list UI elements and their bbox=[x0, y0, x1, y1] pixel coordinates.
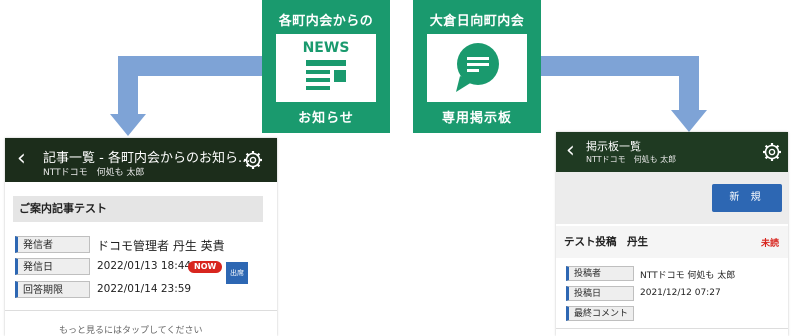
deadline-label: 回答期限 bbox=[15, 281, 90, 298]
post-date-value: 2021/12/12 07:27 bbox=[640, 288, 721, 298]
right-arrow-horizontal bbox=[541, 56, 699, 76]
right-arrow-head bbox=[671, 110, 707, 132]
news-tile-bottom: お知らせ bbox=[298, 111, 354, 126]
left-phone-header: ‹ 記事一覧 - 各町内会からのお知ら... NTTドコモ 何処も 太郎 bbox=[5, 138, 277, 182]
divider bbox=[556, 328, 788, 329]
divider bbox=[5, 310, 277, 311]
left-arrow-head bbox=[110, 114, 146, 136]
newspaper-icon bbox=[306, 60, 346, 90]
left-header-subtitle: NTTドコモ 何処も 太郎 bbox=[43, 168, 145, 178]
sent-date-label: 発信日 bbox=[15, 258, 90, 275]
deadline-value: 2022/01/14 23:59 bbox=[97, 283, 192, 295]
left-arrow-horizontal bbox=[118, 56, 262, 76]
news-tile-title: 各町内会からの bbox=[278, 14, 374, 29]
news-tile[interactable]: 各町内会からの NEWS お知らせ bbox=[262, 0, 390, 133]
poster-label: 投稿者 bbox=[566, 266, 634, 281]
new-post-button[interactable]: 新 規 bbox=[712, 184, 782, 212]
sender-value: ドコモ管理者 丹生 英貴 bbox=[97, 239, 225, 253]
back-chevron-icon[interactable]: ‹ bbox=[566, 140, 575, 162]
left-header-title: 記事一覧 - 各町内会からのお知ら... bbox=[43, 151, 251, 166]
more-hint[interactable]: もっと見るにはタップしてください bbox=[59, 323, 202, 336]
article-title[interactable]: ご案内記事テスト bbox=[13, 196, 263, 222]
post-title: テスト投稿 丹生 bbox=[564, 236, 648, 248]
board-tile-bottom: 専用掲示板 bbox=[441, 111, 512, 126]
last-comment-label: 最終コメント bbox=[566, 306, 634, 321]
gear-icon[interactable] bbox=[762, 142, 782, 162]
news-icon-label: NEWS bbox=[302, 40, 350, 56]
left-arrow-vertical bbox=[118, 56, 138, 116]
post-header[interactable]: テスト投稿 丹生 未読 bbox=[556, 226, 788, 258]
attend-button[interactable]: 出席 bbox=[226, 262, 248, 284]
left-phone-screen: ‹ 記事一覧 - 各町内会からのお知ら... NTTドコモ 何処も 太郎 ご案内… bbox=[5, 138, 277, 336]
chat-icon bbox=[427, 34, 527, 102]
news-icon: NEWS bbox=[276, 34, 376, 102]
sender-label: 発信者 bbox=[15, 236, 90, 253]
right-phone-header: ‹ 掲示板一覧 NTTドコモ 何処も 太郎 bbox=[556, 132, 788, 172]
unread-badge: 未読 bbox=[761, 239, 780, 249]
board-tile-title: 大倉日向町内会 bbox=[429, 14, 525, 29]
speech-bubble-icon bbox=[456, 43, 499, 92]
board-tile[interactable]: 大倉日向町内会 専用掲示板 bbox=[413, 0, 541, 133]
gear-icon[interactable] bbox=[243, 150, 263, 170]
right-header-subtitle: NTTドコモ 何処も 太郎 bbox=[586, 155, 677, 164]
back-chevron-icon[interactable]: ‹ bbox=[17, 148, 26, 170]
right-phone-screen: ‹ 掲示板一覧 NTTドコモ 何処も 太郎 新 規 テスト投稿 丹生 未読 投稿… bbox=[556, 132, 788, 336]
post-date-label: 投稿日 bbox=[566, 286, 634, 301]
sent-date-value: 2022/01/13 18:44 bbox=[97, 260, 192, 272]
poster-value: NTTドコモ 何処も 太郎 bbox=[640, 271, 736, 281]
right-header-title: 掲示板一覧 bbox=[586, 140, 641, 153]
right-arrow-vertical bbox=[679, 56, 699, 112]
now-badge: NOW bbox=[188, 261, 223, 273]
